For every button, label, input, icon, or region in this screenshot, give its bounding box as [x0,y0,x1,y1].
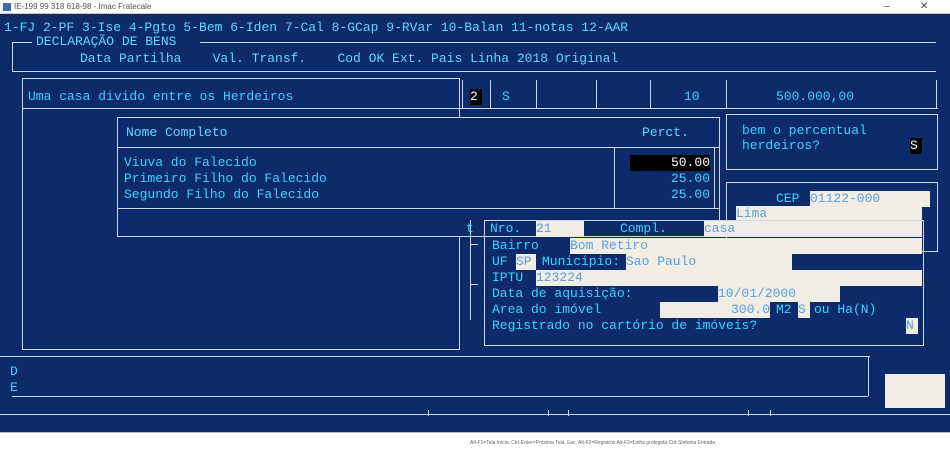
heirs-name-header: Nome Completo [126,125,228,140]
terminal-window: IE-199 99 318 618-98 - Imac Fratecale – … [0,0,950,454]
question-answer[interactable]: S [910,138,922,154]
cep-input[interactable]: 01122-000 [810,191,930,207]
compl-input[interactable]: casa [704,221,922,237]
uf-input[interactable]: SP [516,254,536,270]
heirs-popup: Nome Completo Perct. Viuva do Falecido 5… [117,117,720,237]
area-label: Area do imóvel [492,302,602,317]
heir-perc-2[interactable]: 25.00 [630,171,710,187]
title-bar: IE-199 99 318 618-98 - Imac Fratecale – … [0,0,950,14]
m2-label: M2 [776,302,792,317]
status-bar: Alt-F1=Tela Inicio, Ctrl-Enter=Proxima T… [0,432,950,454]
section-title: DECLARAÇÃO DE BENS [36,34,177,49]
data-aquisicao-input[interactable]: 10/01/2000 [718,286,840,302]
m2-choice[interactable]: S [798,302,810,318]
heirs-perc-header: Perct. [642,125,689,140]
minimize-button[interactable]: – [884,1,890,13]
terminal-screen: 1-FJ 2-PF 3-Ise 4-Pgto 5-Bem 6-Iden 7-Ca… [0,14,950,432]
area-input[interactable]: 300.0 [660,302,770,318]
ha-label: ou Ha(N) [814,302,877,317]
heir-perc-1[interactable]: 50.00 [630,155,710,171]
nro-input[interactable]: 21 [536,221,584,237]
municipio-input[interactable]: Sao Paulo [626,254,792,270]
ok-field[interactable]: S [502,89,510,105]
heir-name-2[interactable]: Primeiro Filho do Falecido [124,171,327,187]
bairro-input[interactable]: Bom Retiro [570,238,922,254]
bairro-label: Bairro [492,238,539,253]
column-headers: Data Partilha Val. Transf. Cod OK Ext. P… [80,51,619,66]
iptu-input[interactable]: 123224 [536,270,922,286]
item-description[interactable]: Uma casa divido entre os Herdeiros [28,89,293,105]
uf-label: UF [492,254,508,269]
cod-field[interactable]: 2 [470,89,482,105]
heir-perc-3[interactable]: 25.00 [630,187,710,203]
blank-input-box[interactable] [885,374,945,408]
registrado-label: Registrado no cartório de imóveis? [492,318,758,333]
close-button[interactable]: ✕ [920,1,928,13]
valor-field[interactable]: 500.000,00 [776,89,854,105]
cep-label: CEP [776,191,800,206]
nro-label: Nro. [490,221,522,236]
heir-name-1[interactable]: Viuva do Falecido [124,155,257,171]
question-line-1: bem o percentual [742,123,867,138]
window-title: IE-199 99 318 618-98 - Imac Fratecale [14,2,152,11]
heir-name-3[interactable]: Segundo Filho do Falecido [124,187,319,203]
bottom-label-d: D [10,364,18,379]
status-text: Alt-F1=Tela Inicio, Ctrl-Enter=Proxima T… [470,440,716,446]
iptu-label: IPTU [492,270,524,285]
compl-label: Compl. [620,221,667,236]
app-icon [3,3,11,11]
registrado-input[interactable]: N [906,318,918,334]
data-aquisicao-label: Data de aquisição: [492,286,633,301]
bottom-label-e: E [10,380,18,395]
municipio-label: Municipio: [542,254,621,269]
question-line-2: herdeiros? [742,138,821,153]
linha-field[interactable]: 10 [684,89,700,105]
